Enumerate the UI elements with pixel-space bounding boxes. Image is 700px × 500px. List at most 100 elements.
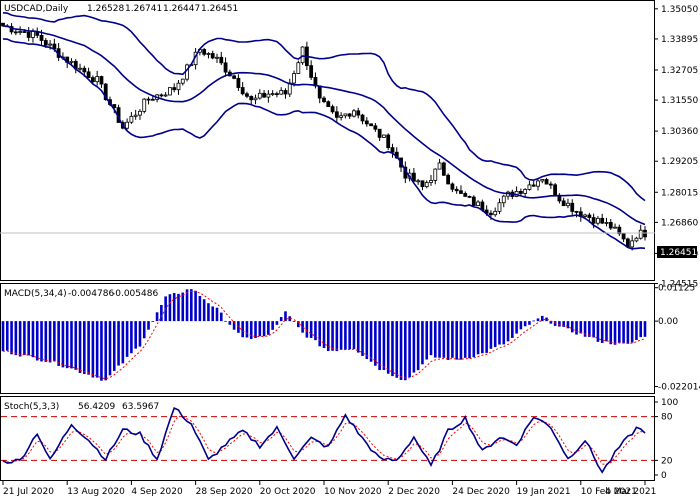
open-value: 1.26528 bbox=[87, 4, 124, 14]
candle-body bbox=[352, 110, 356, 117]
macd-bar bbox=[386, 321, 390, 374]
macd-bar bbox=[532, 320, 536, 322]
macd-bar bbox=[519, 321, 523, 330]
macd-bar bbox=[258, 321, 262, 337]
macd-bar bbox=[416, 321, 420, 371]
macd-bar bbox=[489, 321, 493, 349]
candle-body bbox=[600, 217, 605, 224]
macd-bar bbox=[335, 321, 339, 352]
macd-bar bbox=[112, 321, 116, 371]
candle-body bbox=[245, 93, 249, 97]
macd-bar bbox=[498, 321, 501, 345]
stoch-tick-label: 20 bbox=[661, 456, 673, 466]
macd-bar bbox=[399, 321, 403, 380]
macd-bar bbox=[5, 321, 9, 351]
macd-bar bbox=[202, 299, 206, 322]
candle-body bbox=[18, 31, 23, 33]
candle-body bbox=[527, 184, 532, 190]
macd-bar bbox=[515, 321, 518, 334]
candle-body bbox=[390, 147, 395, 153]
macd-main-value: -0.004786 bbox=[68, 289, 114, 299]
low-value: 1.26447 bbox=[163, 4, 200, 14]
macd-bar bbox=[352, 321, 356, 350]
macd-bar bbox=[228, 321, 232, 325]
macd-bar bbox=[511, 321, 514, 338]
price-tick-label: 1.26860 bbox=[661, 218, 698, 228]
macd-bar bbox=[271, 321, 274, 330]
candle-body bbox=[604, 222, 609, 224]
candle-body bbox=[309, 65, 314, 78]
candle-body bbox=[31, 31, 35, 38]
macd-bar bbox=[279, 317, 283, 322]
macd-bar bbox=[147, 321, 150, 330]
candle-body bbox=[292, 73, 296, 84]
macd-bar bbox=[485, 321, 488, 353]
high-value: 1.26741 bbox=[125, 4, 162, 14]
macd-bar bbox=[643, 321, 647, 337]
candle-body bbox=[540, 179, 545, 182]
macd-bar bbox=[596, 321, 600, 342]
usdcad-daily-chart[interactable]: 1.35050 1.33895 1.32705 1.31550 1.30360 1.292… bbox=[0, 0, 700, 500]
candle-body bbox=[26, 31, 31, 38]
price-pane[interactable] bbox=[0, 0, 655, 281]
macd-bar bbox=[249, 321, 253, 339]
current-price-label: 1.26451 bbox=[660, 248, 697, 258]
macd-bar bbox=[185, 289, 189, 322]
macd-bar bbox=[540, 315, 544, 322]
macd-name: MACD(5,34,4) bbox=[4, 289, 67, 299]
macd-bar bbox=[472, 321, 476, 358]
macd-bar bbox=[429, 321, 433, 356]
price-tick-label: 1.29205 bbox=[661, 157, 698, 167]
macd-bar bbox=[600, 321, 604, 343]
price-tick-label: 1.35050 bbox=[661, 5, 698, 15]
price-tick-label: 1.28015 bbox=[661, 188, 698, 198]
macd-bar bbox=[566, 321, 570, 329]
macd-tick-label: 0.01125 bbox=[658, 284, 695, 294]
macd-bar bbox=[339, 321, 343, 350]
candle-body bbox=[459, 190, 463, 194]
macd-bar bbox=[481, 321, 484, 354]
candle-body bbox=[420, 180, 425, 188]
macd-bar bbox=[361, 321, 364, 356]
macd-bar bbox=[331, 321, 334, 351]
candle-body bbox=[416, 180, 421, 183]
candle-body bbox=[518, 191, 523, 194]
macd-bar bbox=[83, 321, 86, 374]
candle-body bbox=[202, 49, 207, 55]
candle-body bbox=[613, 226, 617, 229]
macd-bar bbox=[61, 321, 65, 368]
candle-body bbox=[382, 134, 386, 138]
macd-bar bbox=[194, 290, 197, 322]
macd-bar bbox=[575, 321, 578, 335]
candle-body bbox=[441, 162, 446, 176]
candle-body bbox=[48, 43, 52, 46]
macd-bar bbox=[630, 321, 634, 343]
macd-bar bbox=[95, 321, 99, 378]
candle-body bbox=[377, 128, 382, 138]
candle-body bbox=[566, 202, 570, 207]
candle-body bbox=[300, 46, 305, 64]
candle-body bbox=[215, 56, 219, 59]
macd-bar bbox=[134, 321, 137, 349]
macd-bar bbox=[369, 321, 373, 362]
candle-body bbox=[467, 196, 472, 198]
candle-body bbox=[476, 201, 480, 206]
macd-bar bbox=[207, 303, 210, 322]
candle-body bbox=[275, 93, 279, 96]
macd-bar bbox=[523, 321, 527, 327]
candle-body bbox=[266, 93, 271, 98]
macd-bar bbox=[356, 321, 360, 353]
candle-body bbox=[536, 180, 540, 187]
candle-body bbox=[330, 106, 335, 113]
candle-body bbox=[497, 202, 502, 212]
date-tick-label: 10 Nov 2020 bbox=[324, 487, 382, 497]
candle-body bbox=[163, 94, 168, 97]
candle-body bbox=[553, 184, 558, 197]
candle-body bbox=[125, 121, 130, 129]
macd-bar bbox=[172, 292, 176, 322]
macd-bar bbox=[592, 321, 595, 338]
macd-bar bbox=[40, 321, 43, 362]
candle-body bbox=[561, 200, 566, 207]
candle-body bbox=[548, 183, 553, 186]
candle-body bbox=[82, 67, 87, 73]
